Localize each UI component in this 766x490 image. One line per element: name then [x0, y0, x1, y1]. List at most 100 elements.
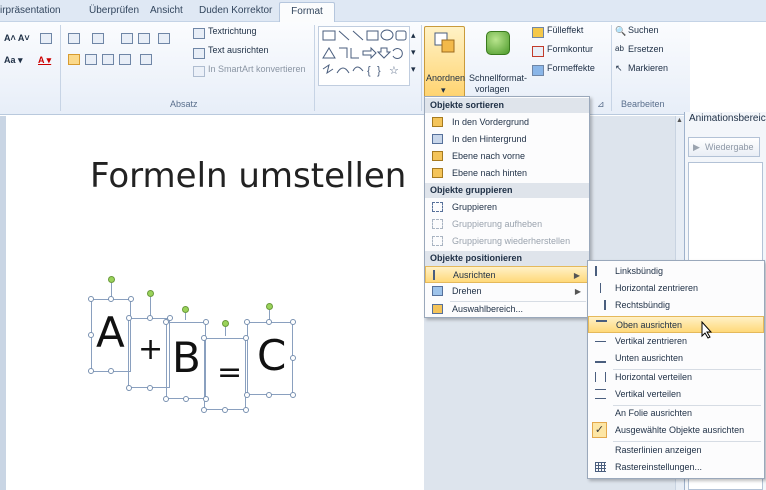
gallery-scroll-up[interactable]: ▴ — [411, 30, 416, 41]
textbox-equals[interactable]: = — [204, 338, 246, 410]
play-button: ▶ Wiedergabe — [688, 137, 760, 157]
find-button[interactable]: Suchen — [628, 25, 659, 35]
fill-button[interactable]: Fülleffekt — [547, 25, 583, 35]
mouse-cursor-icon — [701, 321, 713, 339]
menu-bring-forward[interactable]: Ebene nach vorne — [425, 148, 589, 165]
menu-distribute-vertical[interactable]: Vertikal verteilen — [588, 386, 764, 403]
clear-format-icon[interactable] — [40, 33, 52, 44]
slide-left-edge — [0, 116, 6, 490]
align-bottom-icon — [595, 353, 606, 363]
replace-icon[interactable]: ab — [615, 44, 624, 53]
menu-header-sort: Objekte sortieren — [425, 98, 589, 113]
group-icon — [432, 202, 443, 212]
rotate-icon — [432, 286, 443, 296]
menu-ungroup: Gruppierung aufheben — [425, 216, 589, 233]
animation-pane-title: Animationsbereich — [689, 113, 766, 124]
tab-ueberpruefen[interactable]: Überprüfen — [89, 5, 139, 16]
tab-format[interactable]: Format — [279, 2, 335, 23]
menu-align-left[interactable]: Linksbündig — [588, 263, 764, 280]
textbox-a[interactable]: A — [91, 299, 131, 372]
textbox-c[interactable]: C — [247, 322, 293, 395]
tab-ansicht[interactable]: Ansicht — [150, 5, 183, 16]
menu-selection-pane[interactable]: Auswahlbereich... — [425, 301, 589, 318]
increase-indent-icon[interactable] — [138, 33, 150, 44]
shapes-gallery-icons: { } ☆ — [322, 29, 407, 77]
numbering-icon[interactable] — [92, 33, 104, 44]
change-case-icon[interactable]: Aa ▾ — [4, 55, 23, 66]
align-center-icon[interactable] — [85, 54, 97, 65]
align-icon — [433, 270, 444, 280]
justify-icon[interactable] — [119, 54, 131, 65]
decrease-indent-icon[interactable] — [121, 33, 133, 44]
smartart-button: In SmartArt konvertieren — [208, 64, 306, 74]
menu-send-to-back[interactable]: In den Hintergrund — [425, 131, 589, 148]
menu-align-to-slide[interactable]: An Folie ausrichten — [588, 405, 764, 422]
grow-font-icon[interactable]: A˄ A˅ — [4, 33, 30, 43]
menu-rotate[interactable]: Drehen ▶ — [425, 283, 589, 300]
menu-align-center[interactable]: Horizontal zentrieren — [588, 280, 764, 297]
align-left-icon[interactable] — [68, 54, 80, 65]
powerpoint-window: irpräsentation Überprüfen Ansicht Duden … — [0, 0, 766, 490]
ribbon-tab-bar: irpräsentation Überprüfen Ansicht Duden … — [0, 0, 766, 23]
send-back-icon — [432, 134, 443, 144]
effects-icon[interactable] — [532, 65, 544, 76]
tab-duden-korrektor[interactable]: Duden Korrektor — [199, 5, 272, 16]
checkmark-icon: ✓ — [592, 422, 607, 438]
textbox-plus[interactable]: + — [128, 318, 170, 388]
columns-icon[interactable] — [140, 54, 152, 65]
outline-button[interactable]: Formkontur — [547, 44, 593, 54]
replace-button[interactable]: Ersetzen — [628, 44, 664, 54]
text-direction-icon[interactable] — [193, 28, 205, 39]
shapes-gallery[interactable]: { } ☆ — [318, 26, 410, 86]
select-cursor-icon[interactable]: ↖ — [615, 63, 623, 74]
group-label-absatz: Absatz — [170, 99, 198, 109]
menu-bring-to-front[interactable]: In den Vordergrund — [425, 114, 589, 131]
align-center-icon — [600, 283, 601, 293]
tab-bildschirmpraesentation[interactable]: irpräsentation — [0, 5, 61, 16]
binoculars-icon[interactable]: 🔍 — [615, 26, 626, 37]
svg-text:☆: ☆ — [389, 65, 399, 77]
menu-distribute-horizontal[interactable]: Horizontal verteilen — [588, 369, 764, 386]
ungroup-icon — [432, 219, 443, 229]
line-spacing-icon[interactable] — [158, 33, 170, 44]
ribbon-empty-area — [690, 22, 766, 115]
menu-align-selected-objects[interactable]: ✓ Ausgewählte Objekte ausrichten — [588, 422, 764, 439]
align-right-icon[interactable] — [102, 54, 114, 65]
align-middle-icon — [595, 341, 606, 342]
menu-align[interactable]: Ausrichten ▶ — [425, 266, 589, 283]
text-align-icon[interactable] — [193, 48, 205, 59]
font-color-icon[interactable]: A ▾ — [38, 55, 51, 66]
menu-show-gridlines[interactable]: Rasterlinien anzeigen — [588, 442, 764, 459]
text-direction-button[interactable]: Textrichtung — [208, 26, 257, 36]
regroup-icon — [432, 236, 443, 246]
gallery-scroll-down[interactable]: ▾ — [411, 47, 416, 58]
menu-group[interactable]: Gruppieren — [425, 199, 589, 216]
align-left-icon — [595, 266, 606, 276]
effects-button[interactable]: Formeffekte — [547, 63, 595, 73]
menu-align-top[interactable]: Oben ausrichten — [588, 316, 764, 333]
menu-align-bottom[interactable]: Unten ausrichten — [588, 350, 764, 367]
anordnen-button[interactable]: Anordnen ▾ — [424, 26, 465, 99]
selection-pane-icon — [432, 304, 443, 314]
menu-send-backward[interactable]: Ebene nach hinten — [425, 165, 589, 182]
submenu-arrow-icon: ▶ — [573, 271, 580, 280]
anordnen-label: Anordnen — [426, 73, 466, 83]
svg-text:}: } — [377, 65, 381, 77]
select-button[interactable]: Markieren — [628, 63, 668, 73]
align-submenu: Linksbündig Horizontal zentrieren Rechts… — [587, 260, 765, 479]
bring-front-icon — [432, 117, 443, 127]
menu-grid-settings[interactable]: Rastereinstellungen... — [588, 459, 764, 476]
text-align-button[interactable]: Text ausrichten — [208, 45, 269, 55]
outline-icon[interactable] — [532, 46, 544, 57]
fill-icon[interactable] — [532, 27, 544, 38]
submenu-arrow-icon: ▶ — [574, 287, 581, 296]
menu-align-middle[interactable]: Vertikal zentrieren — [588, 333, 764, 350]
grid-icon — [595, 462, 606, 472]
quick-styles-button[interactable]: Schnellformat- vorlagen — [467, 26, 529, 99]
textbox-b[interactable]: B — [166, 322, 206, 399]
slide-title[interactable]: Formeln umstellen — [90, 156, 406, 196]
menu-align-right[interactable]: Rechtsbündig — [588, 297, 764, 314]
smartart-icon — [193, 66, 205, 77]
gallery-more[interactable]: ▾ — [411, 64, 416, 75]
bullets-icon[interactable] — [68, 33, 80, 44]
